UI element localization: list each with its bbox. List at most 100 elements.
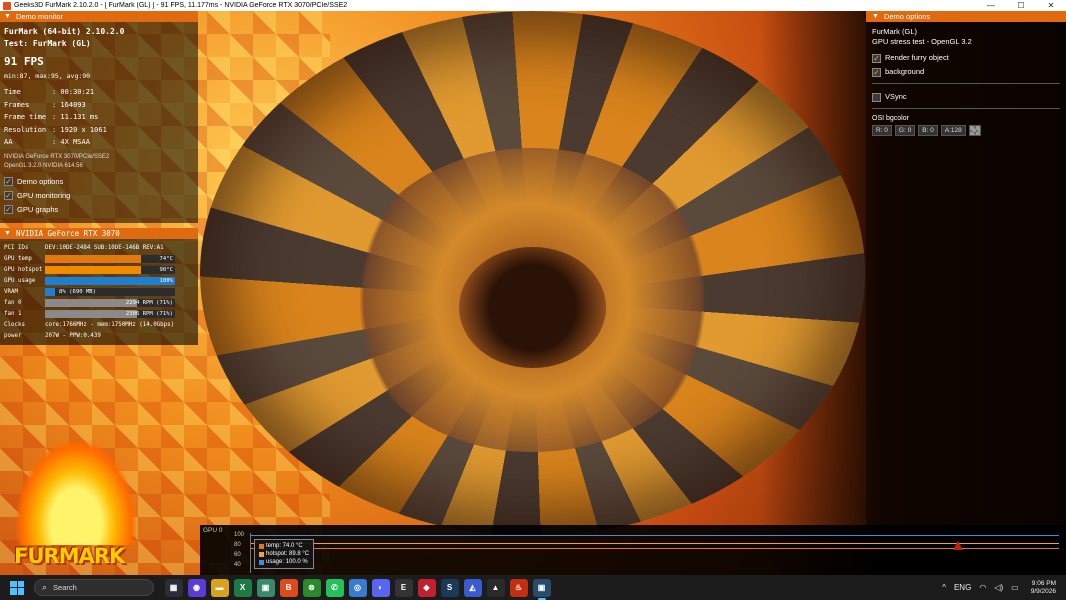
taskbar-epic-icon[interactable]: E [394, 578, 413, 597]
checkbox-check-icon: ✓ [872, 67, 881, 77]
blue-channel-field[interactable]: B: 0 [918, 125, 938, 136]
checkbox-empty-icon [872, 92, 881, 102]
legend-swatch [259, 559, 264, 565]
language-indicator[interactable]: ENG [954, 583, 971, 592]
start-button[interactable] [10, 580, 24, 595]
taskbar-furmark-app-icon[interactable]: ♨ [509, 578, 528, 597]
taskbar-ea-icon[interactable]: ◭ [463, 578, 482, 597]
volume-icon[interactable]: ◁) [994, 583, 1003, 592]
furry-donut-object [200, 11, 865, 536]
furmark-app-icon [3, 1, 11, 10]
vram-bar [45, 287, 56, 296]
stat-row: Resolution: 1920 x 1061 [4, 125, 107, 134]
power-row: power 207W - PPW:0.439 [4, 332, 101, 339]
taskbar-file-explorer-icon[interactable]: ▬ [210, 578, 229, 597]
taskbar-whatsapp-icon[interactable]: ✆ [325, 578, 344, 597]
checkbox-check-icon: ✓ [4, 191, 13, 200]
wifi-icon[interactable]: ◠ [979, 583, 986, 592]
graph-legend: temp: 74.0 °C hotspot: 89.8 °C usage: 10… [254, 539, 315, 569]
taskbar-chrome-icon[interactable]: ◎ [348, 578, 367, 597]
clock[interactable]: 9:06 PM 9/9/2026 [1031, 580, 1056, 596]
taskbar-search[interactable]: ⌕ Search [34, 579, 154, 596]
checkbox-check-icon: ✓ [4, 205, 13, 214]
collapse-triangle-icon: ▼ [872, 13, 879, 20]
render-furry-object-checkbox[interactable]: ✓ Render furry object [872, 51, 1060, 65]
battery-icon[interactable]: ▭ [1011, 583, 1019, 592]
legend-usage: usage: 100.0 % [266, 559, 308, 565]
taskbar-active-window-icon[interactable]: ▣ [532, 578, 551, 600]
taskbar-xbox-icon[interactable]: ⊗ [302, 578, 321, 597]
taskbar-photos-icon[interactable]: ▣ [256, 578, 275, 597]
green-channel-field[interactable]: G: 0 [894, 125, 916, 136]
demo-monitor-panel: ▼ Demo monitor FurMark (64-bit) 2.10.2.0… [0, 11, 198, 223]
taskbar-widgets-icon[interactable]: ◉ [187, 578, 206, 597]
window-title-bar: Geeks3D FurMark 2.10.2.0 - [ FurMark (GL… [0, 0, 1066, 11]
graph-marker-icon: ▲ [950, 537, 966, 554]
maximize-button[interactable]: ☐ [1006, 0, 1036, 11]
graph-y-tick: 80 [234, 542, 241, 548]
gpu-usage-row: GPU usage 100% [4, 276, 175, 285]
donut-hole [459, 247, 606, 368]
taskbar-steam-icon[interactable]: S [440, 578, 459, 597]
collapse-triangle-icon: ▼ [4, 13, 11, 20]
gpu-graph-panel: GPU 0 100 80 60 40 temp: 74.0 °C hotspot… [200, 525, 1066, 575]
divider [872, 108, 1060, 109]
background-checkbox[interactable]: ✓ background [872, 65, 1060, 79]
furmark-logo: FURMARK [6, 440, 146, 575]
demo-options-header[interactable]: ▼ Demo options [866, 11, 1066, 22]
gpu-name: NVIDIA GeForce RTX 3070 [15, 229, 120, 238]
system-tray: ^ ENG ◠ ◁) ▭ 9:06 PM 9/9/2026 [938, 575, 1056, 600]
demo-monitor-title: Demo monitor [15, 12, 64, 21]
close-button[interactable]: ✕ [1036, 0, 1066, 11]
gpu-panel-header[interactable]: ▼ NVIDIA GeForce RTX 3070 [0, 228, 198, 239]
taskbar-brave-icon[interactable]: B [279, 578, 298, 597]
demo-description: GPU stress test - OpenGL 3.2 [872, 37, 972, 46]
demo-monitor-header[interactable]: ▼ Demo monitor [0, 11, 198, 22]
minimize-button[interactable]: — [976, 0, 1006, 11]
alpha-channel-field[interactable]: A:128 [940, 125, 966, 136]
taskbar-discord-icon[interactable]: ◐ [371, 578, 390, 597]
divider [872, 83, 1060, 84]
collapse-triangle-icon: ▼ [4, 230, 11, 237]
clock-time: 9:06 PM [1031, 579, 1056, 587]
legend-swatch [259, 551, 264, 557]
fan0-bar [45, 298, 138, 307]
graph-y-tick: 40 [234, 562, 241, 568]
legend-hotspot: hotspot: 89.8 °C [266, 551, 310, 557]
temp-line [251, 548, 1059, 549]
stat-row: Frames: 164093 [4, 100, 86, 109]
taskbar-game-launcher-icon[interactable]: ◆ [417, 578, 436, 597]
renderer-string: NVIDIA GeForce RTX 3070/PCIe/SSE2 [4, 153, 110, 160]
demo-options-title: Demo options [883, 12, 931, 21]
taskbar-apps: ▦ ◉ ▬ X ▣ B ⊗ ✆ ◎ ◐ E ◆ S ◭ ▲ ♨ ▣ [162, 578, 553, 600]
clocks-row: Clocks core:1766MHz - mem:1750MHz (14.0Gb… [4, 321, 175, 328]
gpu-temp-bar [45, 254, 142, 263]
vsync-checkbox[interactable]: VSync [872, 90, 1060, 104]
stat-row: Frame time: 11.131 ms [4, 113, 99, 121]
checkbox-check-icon: ✓ [4, 177, 13, 186]
opengl-version: OpenGL 3.2.0 NVIDIA 614.56 [4, 162, 83, 169]
graph-y-tick: 60 [234, 552, 241, 558]
gpu-monitoring-checkbox[interactable]: ✓ GPU monitoring [4, 189, 194, 203]
test-name: Test: FurMark (GL) [4, 39, 91, 48]
color-swatch[interactable] [968, 125, 981, 136]
hotspot-line [251, 543, 1059, 544]
legend-swatch [259, 543, 264, 549]
fps-counter: 91 FPS [4, 55, 44, 68]
taskbar-excel-icon[interactable]: X [233, 578, 252, 597]
tray-chevron-icon[interactable]: ^ [942, 583, 946, 592]
taskbar-task-view-icon[interactable]: ▦ [164, 578, 183, 597]
windows-taskbar: ⌕ Search ▦ ◉ ▬ X ▣ B ⊗ ✆ ◎ ◐ E ◆ S ◭ ▲ ♨ ▣ ^ ENG ◠ ◁) ▭ … [0, 575, 1066, 600]
taskbar-store-icon[interactable]: ▲ [486, 578, 505, 597]
usage-line [251, 535, 1059, 536]
fan1-row: fan 1 2306 RPM (71%) [4, 309, 175, 318]
app-version: FurMark (64-bit) 2.10.2.0 [4, 27, 125, 36]
gpu-graphs-checkbox[interactable]: ✓ GPU graphs [4, 203, 194, 217]
legend-temp: temp: 74.0 °C [266, 543, 303, 549]
gpu-hotspot-bar [45, 265, 142, 274]
graph-y-tick: 100 [234, 532, 245, 538]
demo-options-checkbox[interactable]: ✓ Demo options [4, 175, 194, 189]
demo-name: FurMark (GL) [872, 27, 917, 36]
osi-bgcolor-label: OSI bgcolor [872, 115, 909, 122]
red-channel-field[interactable]: R: 0 [872, 125, 892, 136]
